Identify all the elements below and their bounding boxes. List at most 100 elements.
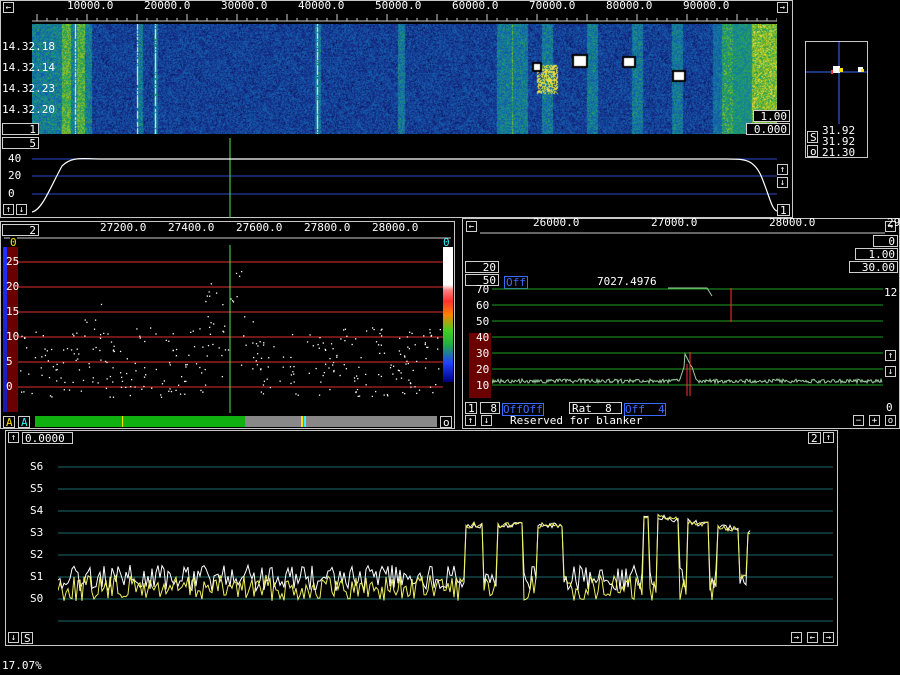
baseband-data-point xyxy=(56,380,58,382)
baseband-data-point xyxy=(72,381,74,384)
smeter-channel-value[interactable]: 2 xyxy=(808,432,821,444)
smeter-forward-button[interactable]: → xyxy=(823,632,834,643)
baseband-data-point xyxy=(383,394,385,396)
baseband-data-point xyxy=(236,295,238,298)
baseband-data-point xyxy=(175,348,178,351)
hires-frequency-ruler xyxy=(480,232,885,234)
smeter-right-button[interactable]: → xyxy=(791,632,802,643)
baseband-data-point xyxy=(134,386,136,388)
hires-minus-button[interactable]: − xyxy=(853,415,864,426)
baseband-bandwidth-mark-1 xyxy=(122,416,123,427)
smeter-graph[interactable] xyxy=(58,448,833,628)
baseband-data-point xyxy=(100,303,103,306)
baseband-data-point xyxy=(95,346,97,349)
scroll-right-button[interactable]: → xyxy=(777,2,788,13)
hires-spectrum-plot[interactable] xyxy=(492,284,883,400)
baseband-data-point xyxy=(70,349,73,351)
hires-bottom-1-value[interactable]: 1 xyxy=(465,402,477,414)
hires-bandwidth-value[interactable]: 30.00 xyxy=(849,261,898,273)
baseband-data-point xyxy=(297,394,299,396)
baseband-data-point xyxy=(119,350,122,353)
filter-scroll-up-button[interactable]: ↑ xyxy=(777,164,788,175)
baseband-data-point xyxy=(204,384,207,386)
baseband-data-point xyxy=(293,373,295,375)
hires-bottom-up-button[interactable]: ↑ xyxy=(465,415,476,426)
baseband-data-point xyxy=(168,340,170,342)
baseband-data-point xyxy=(88,363,90,365)
hires-y-label: 60 xyxy=(476,299,490,312)
baseband-data-point xyxy=(202,391,204,393)
filter-up-button[interactable]: ↑ xyxy=(3,204,14,215)
smeter-down-button[interactable]: ↓ xyxy=(8,632,19,643)
baseband-data-point xyxy=(262,384,265,386)
baseband-data-point xyxy=(435,383,437,386)
baseband-data-point xyxy=(279,380,281,382)
baseband-data-point xyxy=(336,354,338,357)
waterfall-average-value[interactable]: 1 xyxy=(2,123,39,135)
baseband-data-point xyxy=(292,371,294,373)
hires-down-button[interactable]: ↓ xyxy=(885,366,896,377)
baseband-data-point xyxy=(267,366,269,368)
baseband-data-point xyxy=(408,348,411,350)
mini-o-button[interactable]: o xyxy=(807,145,818,157)
waterfall-frequency-tick: 10000.0 xyxy=(67,0,114,12)
baseband-data-point xyxy=(332,348,334,350)
hires-zero-value[interactable]: 0 xyxy=(873,235,898,247)
hires-rate-value[interactable]: Rat 8 xyxy=(569,402,622,414)
baseband-data-point xyxy=(24,337,26,340)
filter-scroll-down-button[interactable]: ↓ xyxy=(777,177,788,188)
baseband-data-point xyxy=(56,368,58,371)
baseband-a-button-1[interactable]: A xyxy=(3,416,15,428)
smeter-up-right-button[interactable]: ↑ xyxy=(823,432,834,443)
waterfall-offset-value[interactable]: 0.000 xyxy=(746,123,790,135)
baseband-data-point xyxy=(185,366,187,368)
baseband-data-point xyxy=(400,377,403,379)
hires-o-button[interactable]: o xyxy=(885,415,896,426)
baseband-data-point xyxy=(106,361,108,364)
waterfall-frequency-tick: 90000.0 xyxy=(683,0,730,12)
baseband-data-point xyxy=(80,390,83,392)
smeter-back-button[interactable]: ← xyxy=(807,632,818,643)
baseband-data-point xyxy=(224,349,227,351)
baseband-o-button[interactable]: o xyxy=(440,416,452,428)
smeter-s-button[interactable]: S xyxy=(21,632,33,644)
smeter-s-label: S2 xyxy=(30,548,44,561)
filter-down-button[interactable]: ↓ xyxy=(16,204,27,215)
hires-avg-value[interactable]: 20 xyxy=(465,261,499,273)
baseband-data-point xyxy=(424,342,427,344)
baseband-data-point xyxy=(169,388,171,390)
baseband-data-point xyxy=(100,359,102,361)
baseband-data-point xyxy=(423,335,425,337)
baseband-data-point xyxy=(130,378,133,381)
baseband-a-button-2[interactable]: A xyxy=(18,416,30,428)
baseband-data-point xyxy=(213,323,215,325)
filter-right-value[interactable]: 1 xyxy=(777,204,790,216)
hires-plus-button[interactable]: + xyxy=(869,415,880,426)
waterfall-display[interactable] xyxy=(32,24,777,134)
smeter-value[interactable]: 0.0000 xyxy=(22,432,73,444)
baseband-data-point xyxy=(145,374,147,376)
baseband-data-point xyxy=(185,364,187,366)
baseband-data-point xyxy=(201,372,203,374)
hires-bottom-down-button[interactable]: ↓ xyxy=(481,415,492,426)
hires-y-label: 70 xyxy=(476,283,490,296)
baseband-data-point xyxy=(414,386,416,388)
waterfall-gain-value[interactable]: 1.00 xyxy=(753,110,790,122)
baseband-data-point xyxy=(427,346,429,349)
smeter-up-button[interactable]: ↑ xyxy=(8,432,19,443)
hires-up-button[interactable]: ↑ xyxy=(885,350,896,361)
baseband-data-point xyxy=(151,387,153,389)
baseband-data-point xyxy=(260,357,263,359)
baseband-data-point xyxy=(230,298,232,300)
baseband-spectrum-plot[interactable] xyxy=(18,245,443,413)
baseband-data-point xyxy=(329,388,331,391)
scroll-left-button[interactable]: ← xyxy=(3,2,14,13)
mini-s-button[interactable]: S xyxy=(807,131,818,143)
hires-bottom-8-value[interactable]: 8 xyxy=(480,402,500,414)
baseband-data-point xyxy=(404,356,406,358)
hires-gain-value[interactable]: 1.00 xyxy=(855,248,898,260)
baseband-data-point xyxy=(73,335,75,337)
filter-curve-graph[interactable] xyxy=(32,138,777,218)
baseband-data-point xyxy=(290,374,293,376)
hires-left-button[interactable]: ← xyxy=(466,221,477,232)
